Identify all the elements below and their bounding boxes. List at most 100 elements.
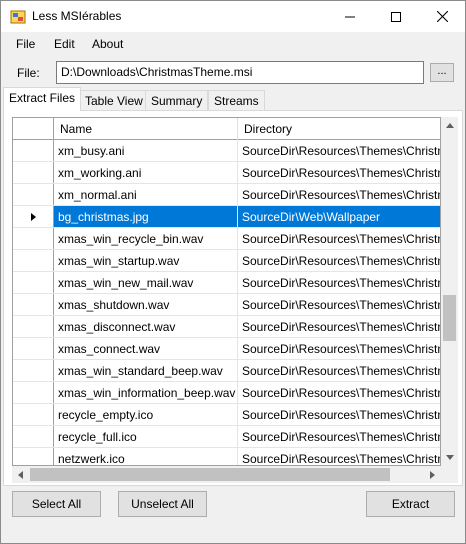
table-row[interactable]: xmas_win_information_beep.wav SourceDir\R… [13,382,440,404]
cell-name[interactable]: recycle_full.ico [54,426,238,447]
close-icon [436,11,448,22]
table-row[interactable]: xm_busy.ani SourceDir\Resources\Themes\Ch… [13,140,440,162]
table-row[interactable]: bg_christmas.jpg SourceDir\Web\Wallpaper [13,206,440,228]
cell-directory[interactable]: SourceDir\Resources\Themes\Christmas [238,184,440,205]
row-selector[interactable] [13,272,54,293]
tab-summary[interactable]: Summary [145,90,209,111]
row-pointer-icon [30,212,36,221]
maximize-button[interactable] [373,1,419,32]
row-selector[interactable] [13,316,54,337]
row-selector[interactable] [13,162,54,183]
grid-header: Name Directory [13,118,440,140]
cell-directory[interactable]: SourceDir\Resources\Themes\Christmas [238,426,440,447]
table-row[interactable]: xmas_win_recycle_bin.wav SourceDir\Resour… [13,228,440,250]
cell-directory[interactable]: SourceDir\Resources\Themes\Christmas [238,360,440,381]
tab-extract-files[interactable]: Extract Files [3,87,82,111]
table-row[interactable]: xmas_win_new_mail.wav SourceDir\Resources… [13,272,440,294]
window-title: Less MSIérables [32,9,122,23]
row-selector[interactable] [13,448,54,465]
header-select-column[interactable] [13,118,54,140]
cell-name[interactable]: xmas_shutdown.wav [54,294,238,315]
minimize-icon [345,16,355,17]
cell-name[interactable]: xmas_win_information_beep.wav [54,382,238,403]
extract-button[interactable]: Extract [366,491,455,517]
cell-directory[interactable]: SourceDir\Resources\Themes\Christmas [238,382,440,403]
scroll-up-button[interactable] [441,117,458,134]
cell-directory[interactable]: SourceDir\Resources\Themes\Christmas [238,162,440,183]
menu-edit[interactable]: Edit [54,37,75,51]
menu-file[interactable]: File [16,37,35,51]
table-row[interactable]: recycle_empty.ico SourceDir\Resources\The… [13,404,440,426]
cell-name[interactable]: xmas_win_new_mail.wav [54,272,238,293]
tab-table-view[interactable]: Table View [79,90,149,111]
cell-name[interactable]: xmas_connect.wav [54,338,238,359]
row-selector[interactable] [13,184,54,205]
cell-directory[interactable]: SourceDir\Web\Wallpaper [238,206,440,227]
row-selector[interactable] [13,294,54,315]
maximize-icon [391,11,401,22]
menu-bar: File Edit About [1,32,465,56]
row-selector[interactable] [13,426,54,447]
cell-directory[interactable]: SourceDir\Resources\Themes\Christmas [238,294,440,315]
header-directory[interactable]: Directory [238,118,440,140]
cell-name[interactable]: netzwerk.ico [54,448,238,465]
header-name[interactable]: Name [54,118,238,140]
unselect-all-button[interactable]: Unselect All [118,491,207,517]
table-row[interactable]: xmas_win_startup.wav SourceDir\Resources\… [13,250,440,272]
title-bar[interactable]: Less MSIérables [1,1,465,32]
horizontal-scroll-thumb[interactable] [30,468,390,481]
close-button[interactable] [419,1,465,32]
scroll-right-button[interactable] [424,466,441,483]
browse-button[interactable]: ... [430,63,454,82]
cell-name[interactable]: xm_working.ani [54,162,238,183]
table-row[interactable]: recycle_full.ico SourceDir\Resources\Them… [13,426,440,448]
row-selector[interactable] [13,140,54,161]
row-selector[interactable] [13,382,54,403]
cell-directory[interactable]: SourceDir\Resources\Themes\Christmas [238,448,440,465]
table-row[interactable]: netzwerk.ico SourceDir\Resources\Themes\C… [13,448,440,465]
row-selector[interactable] [13,404,54,425]
cell-directory[interactable]: SourceDir\Resources\Themes\Christmas [238,272,440,293]
scrollbar-corner [441,466,458,483]
vertical-scroll-thumb[interactable] [443,295,456,341]
row-selector[interactable] [13,206,54,227]
cell-name[interactable]: xmas_win_startup.wav [54,250,238,271]
row-selector[interactable] [13,250,54,271]
cell-name[interactable]: recycle_empty.ico [54,404,238,425]
vertical-scrollbar[interactable] [441,117,458,466]
cell-directory[interactable]: SourceDir\Resources\Themes\Christmas [238,316,440,337]
horizontal-scrollbar[interactable] [12,466,441,483]
cell-name[interactable]: bg_christmas.jpg [54,206,238,227]
file-path-field[interactable]: D:\Downloads\ChristmasTheme.msi [56,61,424,84]
grid-rows: xm_busy.ani SourceDir\Resources\Themes\Ch… [13,140,440,465]
table-row[interactable]: xmas_win_standard_beep.wav SourceDir\Reso… [13,360,440,382]
app-icon [10,10,26,24]
minimize-button[interactable] [327,1,373,32]
menu-about[interactable]: About [92,37,123,51]
row-selector[interactable] [13,360,54,381]
row-selector[interactable] [13,228,54,249]
table-row[interactable]: xmas_shutdown.wav SourceDir\Resources\The… [13,294,440,316]
table-row[interactable]: xm_normal.ani SourceDir\Resources\Themes\… [13,184,440,206]
cell-name[interactable]: xmas_win_recycle_bin.wav [54,228,238,249]
cell-name[interactable]: xmas_disconnect.wav [54,316,238,337]
scroll-down-button[interactable] [441,449,458,466]
row-selector[interactable] [13,338,54,359]
cell-name[interactable]: xm_normal.ani [54,184,238,205]
cell-directory[interactable]: SourceDir\Resources\Themes\Christmas [238,140,440,161]
scroll-left-button[interactable] [12,466,29,483]
cell-directory[interactable]: SourceDir\Resources\Themes\Christmas [238,404,440,425]
table-row[interactable]: xmas_connect.wav SourceDir\Resources\Them… [13,338,440,360]
cell-directory[interactable]: SourceDir\Resources\Themes\Christmas [238,338,440,359]
table-row[interactable]: xm_working.ani SourceDir\Resources\Themes… [13,162,440,184]
tab-streams[interactable]: Streams [208,90,265,111]
table-row[interactable]: xmas_disconnect.wav SourceDir\Resources\T… [13,316,440,338]
cell-directory[interactable]: SourceDir\Resources\Themes\Christmas [238,228,440,249]
arrow-down-icon [445,455,454,460]
cell-name[interactable]: xmas_win_standard_beep.wav [54,360,238,381]
cell-name[interactable]: xm_busy.ani [54,140,238,161]
select-all-button[interactable]: Select All [12,491,101,517]
app-window: Less MSIérables File Edit About File: D:… [0,0,466,544]
files-grid[interactable]: Name Directory xm_busy.ani SourceDir\Reso… [12,117,441,466]
cell-directory[interactable]: SourceDir\Resources\Themes\Christmas [238,250,440,271]
